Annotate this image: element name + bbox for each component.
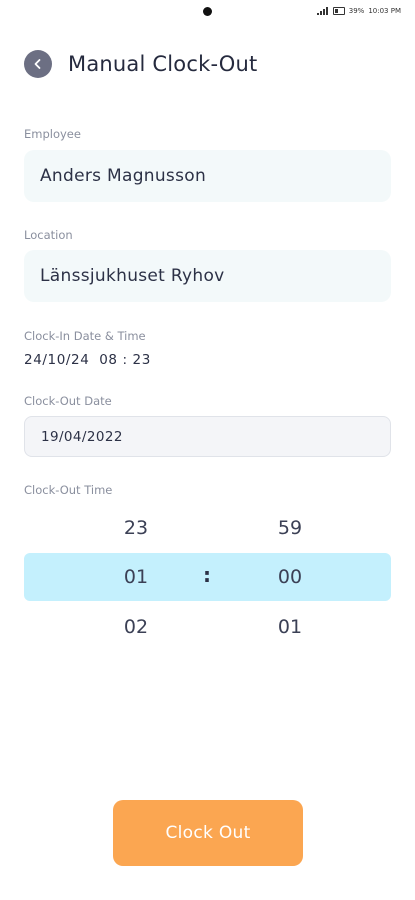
camera-cutout: [203, 7, 212, 16]
clock-out-date-label: Clock-Out Date: [24, 394, 112, 408]
page-title: Manual Clock-Out: [68, 52, 258, 76]
location-label: Location: [24, 228, 73, 242]
battery-percent: 39%: [348, 7, 365, 15]
minute-option-prev[interactable]: 59: [250, 517, 330, 539]
employee-field: Anders Magnusson: [24, 150, 391, 202]
clock-out-button[interactable]: Clock Out: [113, 800, 303, 866]
hour-option-prev[interactable]: 23: [96, 517, 176, 539]
employee-label: Employee: [24, 127, 81, 141]
location-field: Länssjukhuset Ryhov: [24, 250, 391, 302]
battery-icon: [332, 7, 345, 15]
minute-option-next[interactable]: 01: [250, 616, 330, 638]
clock-out-time-label: Clock-Out Time: [24, 483, 113, 497]
clock-out-date-input[interactable]: 19/04/2022: [24, 416, 391, 457]
minute-option-selected[interactable]: 00: [250, 566, 330, 588]
status-icons: 39% 10:03 PM: [316, 7, 401, 15]
clock-in-value: 24/10/24 08 : 23: [24, 352, 151, 368]
status-bar: 39% 10:03 PM: [0, 0, 415, 24]
chevron-left-icon: [34, 59, 41, 69]
header: Manual Clock-Out: [24, 48, 257, 80]
back-button[interactable]: [24, 50, 52, 78]
hour-option-next[interactable]: 02: [96, 616, 176, 638]
time-separator: :: [203, 563, 211, 587]
hour-option-selected[interactable]: 01: [96, 566, 176, 588]
status-time: 10:03 PM: [368, 7, 401, 15]
clock-in-label: Clock-In Date & Time: [24, 329, 146, 343]
signal-icon: [316, 7, 329, 15]
